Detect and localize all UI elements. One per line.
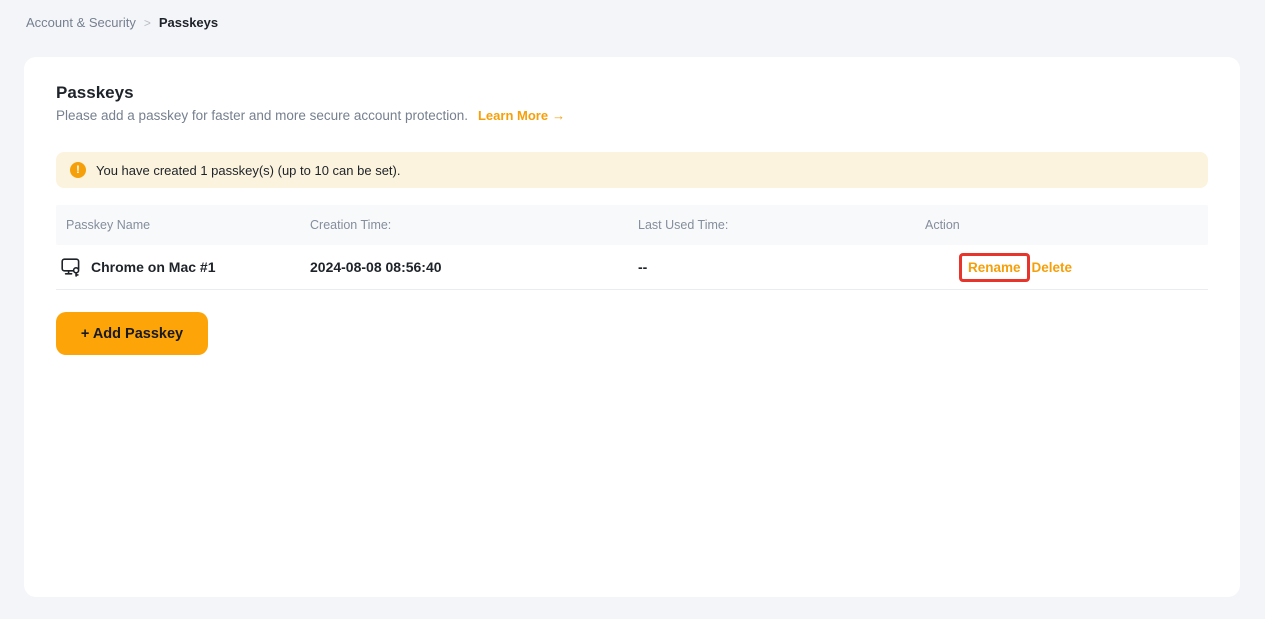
breadcrumb-passkeys: Passkeys: [158, 15, 219, 30]
breadcrumb-account-security[interactable]: Account & Security: [26, 15, 136, 30]
column-header-action: Action: [925, 218, 960, 232]
banner-text: You have created 1 passkey(s) (up to 10 …: [96, 162, 401, 178]
breadcrumb: Account & Security > Passkeys: [26, 15, 218, 30]
last-used-time-value: --: [638, 259, 648, 275]
column-header-passkey-name: Passkey Name: [66, 218, 151, 232]
arrow-right-icon: →: [552, 108, 566, 123]
learn-more-link[interactable]: Learn More →: [478, 108, 565, 124]
chevron-right-icon: >: [143, 15, 151, 30]
passkeys-card: Passkeys Please add a passkey for faster…: [24, 57, 1240, 597]
delete-link[interactable]: Delete: [1032, 260, 1073, 275]
passkey-name-cell: Chrome on Mac #1: [56, 257, 310, 277]
passkeys-page: Account & Security > Passkeys Passkeys P…: [0, 0, 1265, 619]
warning-exclamation-icon: !: [70, 162, 86, 178]
creation-time-value: 2024-08-08 08:56:40: [310, 259, 442, 275]
passkey-count-banner: ! You have created 1 passkey(s) (up to 1…: [56, 152, 1208, 188]
table-header-row: Passkey Name Creation Time: Last Used Ti…: [56, 205, 1208, 245]
passkeys-table: Passkey Name Creation Time: Last Used Ti…: [56, 205, 1208, 290]
actions-cell: Rename Delete: [925, 252, 1208, 282]
rename-link[interactable]: Rename: [968, 260, 1021, 275]
table-row: Chrome on Mac #1 2024-08-08 08:56:40 -- …: [56, 245, 1208, 290]
learn-more-label: Learn More: [477, 108, 549, 123]
column-header-last-used-time: Last Used Time:: [638, 218, 729, 232]
page-subtitle-row: Please add a passkey for faster and more…: [56, 108, 1208, 124]
page-title: Passkeys: [56, 83, 134, 102]
annotation-highlight-box: Rename: [959, 252, 1030, 282]
passkey-device-icon: [61, 257, 83, 277]
page-subtitle: Please add a passkey for faster and more…: [56, 108, 468, 123]
add-passkey-button[interactable]: + Add Passkey: [56, 312, 208, 355]
column-header-creation-time: Creation Time:: [310, 218, 392, 232]
passkey-name: Chrome on Mac #1: [91, 259, 216, 275]
